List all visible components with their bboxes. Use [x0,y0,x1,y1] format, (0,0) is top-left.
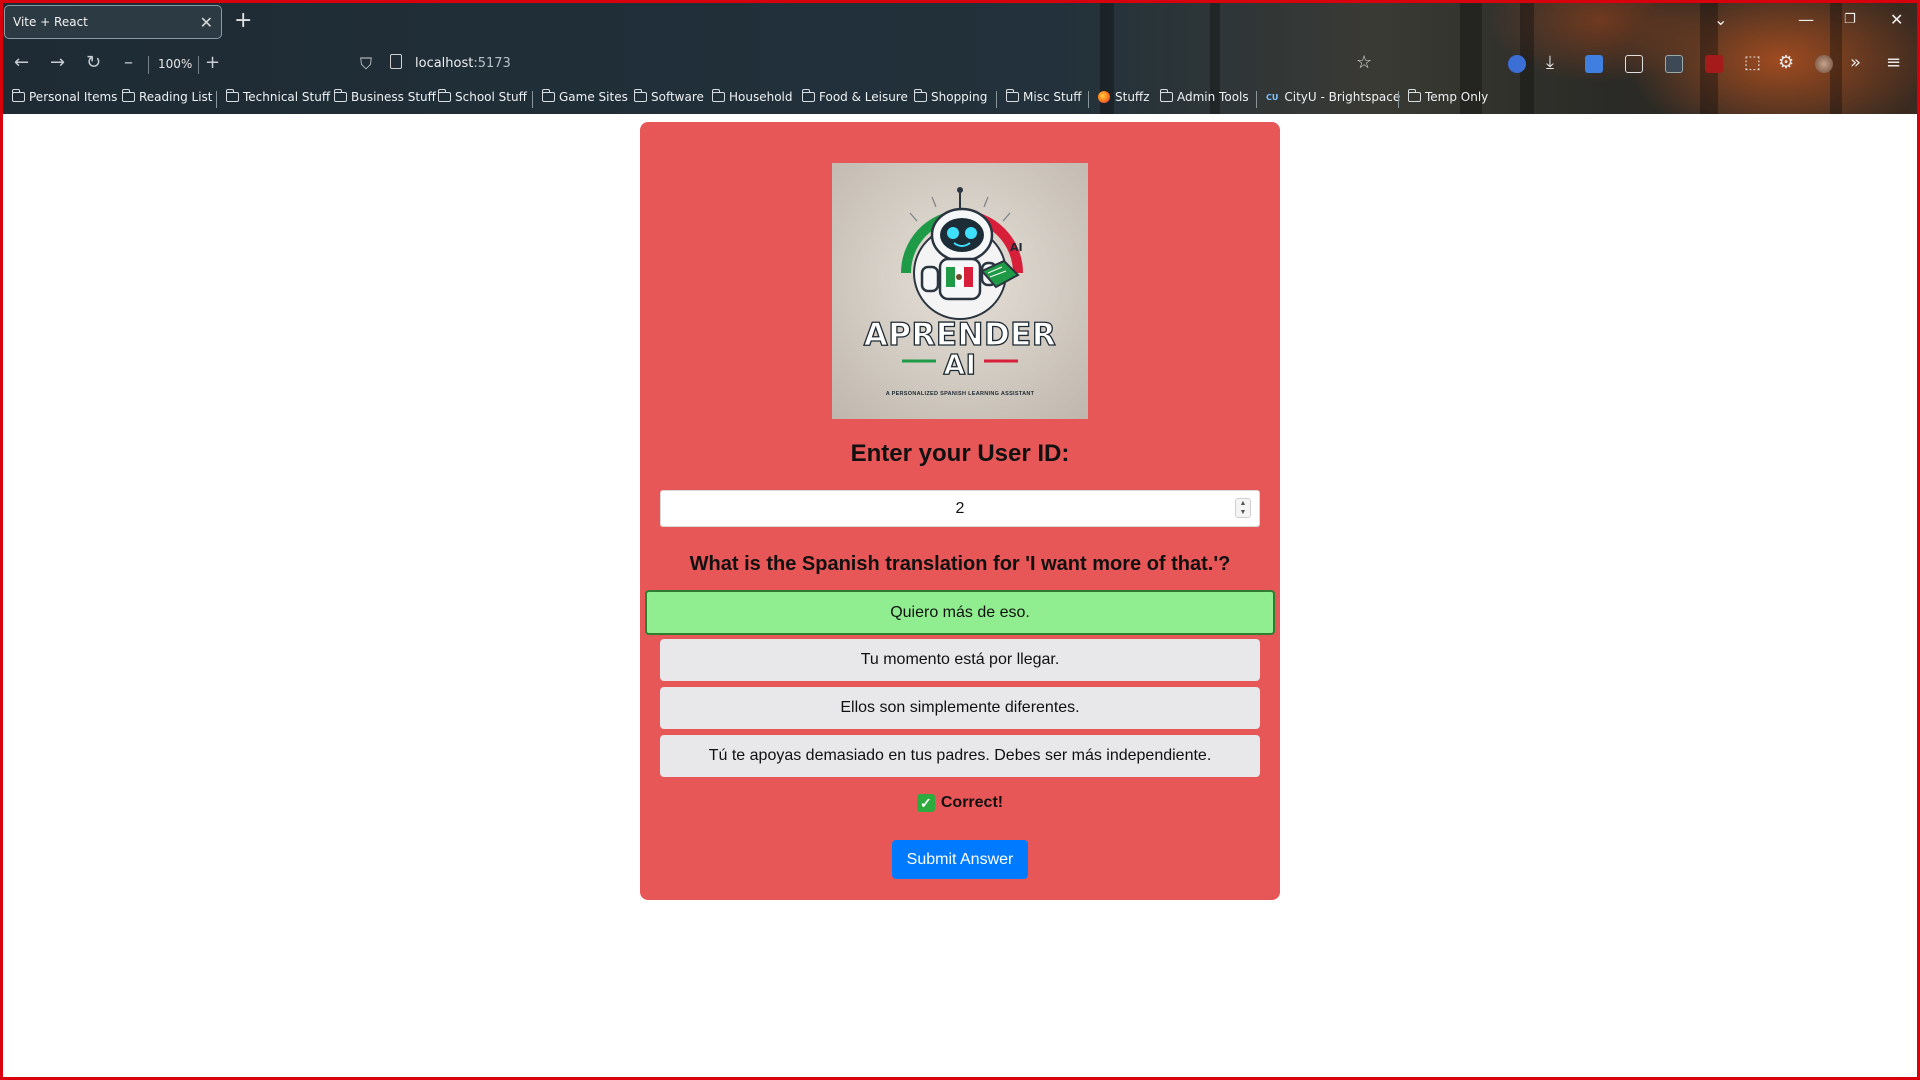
bookmark-folder[interactable]: Temp Only [1408,89,1488,104]
folder-icon [1408,89,1421,102]
bookmark-folder[interactable]: School Stuff [438,89,527,104]
quiz-card: AI APRENDER AI A PERSONALIZED SPANISH LE… [640,122,1280,900]
feedback-text: Correct! [940,794,1004,811]
folder-icon [12,89,25,102]
bookmark-folder[interactable]: Admin Tools [1160,89,1249,104]
submit-answer-button[interactable]: Submit Answer [892,840,1028,879]
menu-icon[interactable]: ≡ [1886,52,1901,73]
user-id-heading: Enter your User ID: [850,440,1070,467]
zoom-out-icon[interactable]: – [124,52,133,73]
folder-icon [802,89,815,102]
browser-chrome: Vite + React ✕ + ⌄ — ❐ ✕ ← → ↻ – 100% + … [0,0,1920,114]
overflow-chevron-icon[interactable]: » [1850,52,1861,73]
cityu-icon: CU [1266,92,1279,102]
window-close-icon[interactable]: ✕ [1890,10,1903,29]
svg-text:AI: AI [1010,241,1023,254]
reader-icon[interactable] [1625,55,1643,73]
ublock-icon[interactable] [1705,55,1723,73]
bookmark-folder[interactable]: Software [634,89,704,104]
forward-icon[interactable]: → [50,52,65,73]
bookmark-folder[interactable]: Food & Leisure [802,89,908,104]
bookmark-folder[interactable]: Personal Items [12,89,117,104]
tab-active[interactable]: Vite + React ✕ [4,5,222,39]
tab-list-chevron-icon[interactable]: ⌄ [1714,10,1727,29]
reload-icon[interactable]: ↻ [86,52,101,73]
logo-ai-text: AI [943,347,977,381]
bookmark-link[interactable]: Stuffz [1098,90,1150,104]
bookmark-folder[interactable]: Business Stuff [334,89,436,104]
check-mark-icon: ✓ [916,794,935,812]
bookmark-link[interactable]: CU CityU - Brightspace [1266,90,1400,104]
bookmark-folder[interactable]: Misc Stuff [1006,89,1082,104]
folder-icon [542,89,555,102]
bookmark-folder[interactable]: Shopping [914,89,987,104]
bookmark-folder[interactable]: Technical Stuff [226,89,330,104]
folder-icon [438,89,451,102]
quiz-question: What is the Spanish translation for 'I w… [689,553,1231,575]
restore-icon[interactable]: ❐ [1844,12,1856,27]
firefox-icon [1098,91,1110,103]
zoom-level[interactable]: 100% [158,57,192,71]
url-field[interactable]: localhost:5173 [415,56,511,71]
folder-icon [334,89,347,102]
page-icon [390,54,402,69]
bookmark-folder[interactable]: Reading List [122,89,213,104]
folder-icon [634,89,647,102]
number-spinner-icon[interactable]: ▲ ▼ [1235,498,1251,518]
user-id-value: 2 [955,499,965,517]
bookmark-folder[interactable]: Game Sites [542,89,628,104]
new-tab-button[interactable]: + [234,8,252,33]
folder-icon [914,89,927,102]
feedback-message: ✓ Correct! [640,794,1280,812]
extension-blue-icon[interactable] [1508,55,1526,73]
answer-option[interactable]: Tú te apoyas demasiado en tus padres. De… [660,735,1260,777]
logo-subtitle: A PERSONALIZED SPANISH LEARNING ASSISTAN… [885,391,1035,397]
zoom-in-icon[interactable]: + [205,52,220,73]
tab-title: Vite + React [13,15,88,29]
translate-icon[interactable] [1585,55,1603,73]
download-icon[interactable]: ⤓ [1546,52,1554,73]
folder-icon [226,89,239,102]
bookmarks-bar: Personal Items Reading List Technical St… [0,88,1920,110]
answer-option[interactable]: Tu momento está por llegar. [660,639,1260,681]
bookmark-folder[interactable]: Household [712,89,793,104]
answer-option-selected[interactable]: Quiero más de eso. [645,590,1275,635]
shield-icon[interactable]: ⛉ [360,54,372,74]
tab-bar: Vite + React ✕ + ⌄ — ❐ ✕ [0,0,1920,44]
folder-icon [1006,89,1019,102]
screenshot-icon[interactable] [1665,55,1683,73]
folder-icon [712,89,725,102]
profile-avatar-icon[interactable] [1815,55,1833,73]
close-tab-icon[interactable]: ✕ [200,13,213,32]
bookmark-star-icon[interactable]: ☆ [1356,52,1372,73]
settings-gear-icon[interactable]: ⚙ [1778,52,1794,73]
back-icon[interactable]: ← [14,52,29,73]
extensions-icon[interactable]: ⬚ [1744,52,1761,73]
aprender-ai-logo: AI APRENDER AI A PERSONALIZED SPANISH LE… [832,163,1088,419]
folder-icon [122,89,135,102]
folder-icon [1160,89,1173,102]
answer-option[interactable]: Ellos son simplemente diferentes. [660,687,1260,729]
minimize-icon[interactable]: — [1798,10,1814,29]
navigation-bar: ← → ↻ – 100% + ⛉ localhost:5173 ☆ ⤓ ⬚ ⚙ … [0,46,1920,84]
user-id-input[interactable]: 2 ▲ ▼ [660,490,1260,527]
